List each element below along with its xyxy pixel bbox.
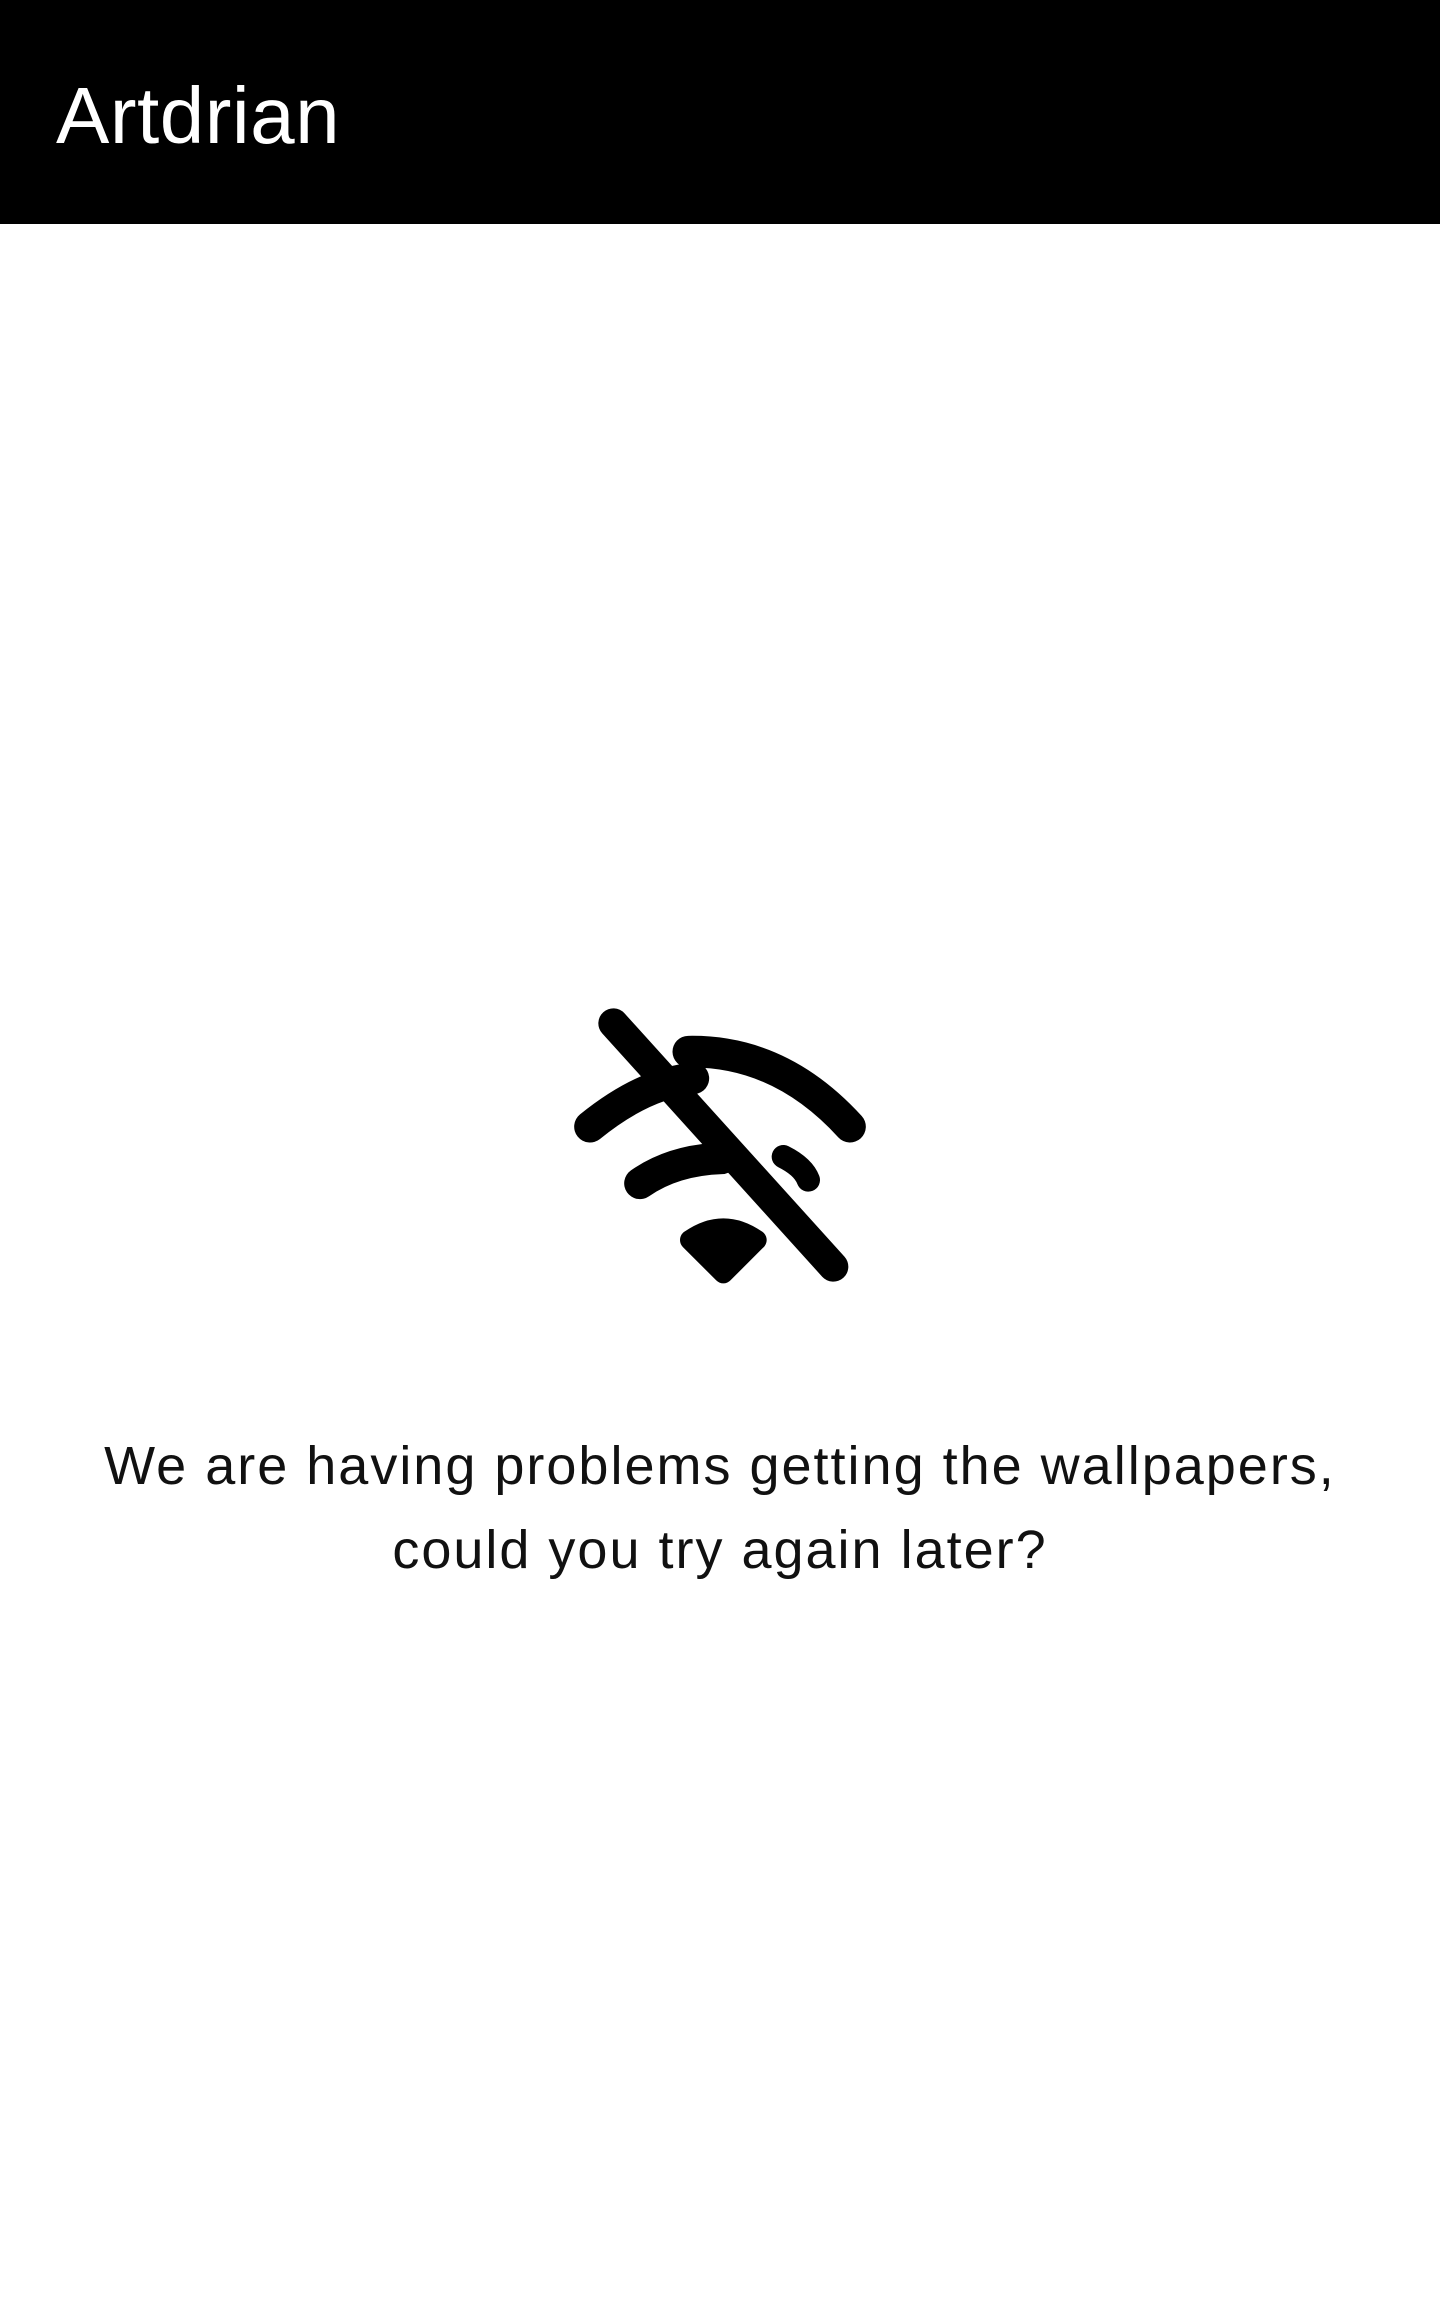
error-message: We are having problems getting the wallp…: [60, 1424, 1380, 1592]
wifi-off-icon: [520, 980, 920, 1380]
error-message-line-1: We are having problems getting the wallp…: [104, 1436, 1336, 1496]
error-message-line-2: could you try again later?: [392, 1520, 1048, 1580]
empty-state: We are having problems getting the wallp…: [0, 224, 1440, 2308]
app-title: Artdrian: [56, 71, 341, 160]
app-bar: Artdrian: [0, 0, 1440, 224]
